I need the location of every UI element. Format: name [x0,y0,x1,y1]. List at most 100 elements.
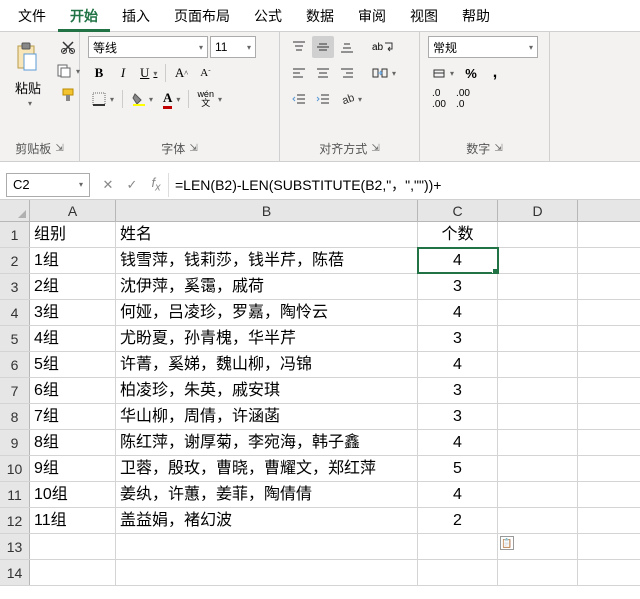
cell[interactable]: 2 [418,508,498,533]
cell[interactable]: 1组 [30,248,116,273]
cell[interactable]: 3 [418,404,498,429]
align-middle-button[interactable] [312,36,334,58]
menu-8[interactable]: 帮助 [450,0,502,32]
cell[interactable] [498,326,578,351]
cell[interactable]: 3 [418,326,498,351]
cell[interactable] [498,222,578,247]
cell[interactable] [418,534,498,559]
col-header[interactable]: B [116,200,418,221]
bold-button[interactable]: B [88,62,110,84]
cell[interactable]: 2组 [30,274,116,299]
cell[interactable]: 盖益娟，褚幻波 [116,508,418,533]
fill-color-button[interactable]: ▾ [127,88,157,110]
cell[interactable]: 何娅，吕凌珍，罗嘉，陶怜云 [116,300,418,325]
cell[interactable]: 4 [418,430,498,455]
cell[interactable]: 3 [418,378,498,403]
cell[interactable] [498,482,578,507]
row-header[interactable]: 2 [0,248,30,273]
cell[interactable] [498,378,578,403]
cell[interactable]: 4组 [30,326,116,351]
cell[interactable]: 5组 [30,352,116,377]
cell[interactable]: 3 [418,274,498,299]
cell[interactable]: 8组 [30,430,116,455]
italic-button[interactable]: I [112,62,134,84]
decrease-font-button[interactable]: Aˇ [194,62,216,84]
cell[interactable]: 11组 [30,508,116,533]
fx-button[interactable]: fx [144,173,168,197]
row-header[interactable]: 3 [0,274,30,299]
cell[interactable] [498,456,578,481]
select-all-corner[interactable] [0,200,30,221]
border-button[interactable]: ▾ [88,88,118,110]
cell[interactable]: 许菁，奚娣，魏山柳，冯锦 [116,352,418,377]
merge-button[interactable]: ▾ [368,62,400,84]
cell[interactable]: 沈伊萍，奚霭，戚荷 [116,274,418,299]
formula-input[interactable]: =LEN(B2)-LEN(SUBSTITUTE(B2,"，",""))+ [168,173,640,197]
menu-0[interactable]: 文件 [6,0,58,32]
row-header[interactable]: 5 [0,326,30,351]
align-center-button[interactable] [312,62,334,84]
cell[interactable]: 4 [418,352,498,377]
align-top-button[interactable] [288,36,310,58]
accounting-button[interactable]: ▾ [428,62,458,84]
align-right-button[interactable] [336,62,358,84]
comma-button[interactable]: , [484,62,506,84]
dialog-launcher-icon[interactable]: ⇲ [371,143,379,154]
row-header[interactable]: 7 [0,378,30,403]
cell[interactable] [498,404,578,429]
phonetic-button[interactable]: wén文▾ [193,88,226,110]
cell[interactable] [498,300,578,325]
name-box[interactable]: C2▾ [6,173,90,197]
confirm-button[interactable]: ✓ [120,173,144,197]
font-size-select[interactable]: 11▾ [210,36,256,58]
align-left-button[interactable] [288,62,310,84]
row-header[interactable]: 6 [0,352,30,377]
cell[interactable]: 10组 [30,482,116,507]
menu-2[interactable]: 插入 [110,0,162,32]
dialog-launcher-icon[interactable]: ⇲ [494,143,502,154]
align-bottom-button[interactable] [336,36,358,58]
cell[interactable] [498,430,578,455]
menu-4[interactable]: 公式 [242,0,294,32]
cell[interactable]: 4 [418,248,498,273]
orientation-button[interactable]: ab▾ [336,88,366,110]
cell[interactable]: 7组 [30,404,116,429]
col-header[interactable]: C [418,200,498,221]
row-header[interactable]: 9 [0,430,30,455]
cell[interactable]: 姜纨，许蕙，姜菲，陶倩倩 [116,482,418,507]
font-color-button[interactable]: A▾ [159,88,184,110]
menu-7[interactable]: 视图 [398,0,450,32]
paste-button[interactable]: 粘贴 ▾ [8,36,48,112]
cell[interactable] [116,534,418,559]
cell[interactable]: 钱雪萍，钱莉莎，钱半芹，陈蓓 [116,248,418,273]
cell[interactable]: 6组 [30,378,116,403]
cell[interactable] [418,560,498,585]
menu-3[interactable]: 页面布局 [162,0,242,32]
percent-button[interactable]: % [460,62,482,84]
row-header[interactable]: 14 [0,560,30,585]
cell[interactable] [498,352,578,377]
increase-indent-button[interactable] [312,88,334,110]
cell[interactable] [498,274,578,299]
cell[interactable] [498,508,578,533]
col-header[interactable]: A [30,200,116,221]
row-header[interactable]: 4 [0,300,30,325]
cell[interactable]: 华山柳，周倩，许涵菡 [116,404,418,429]
row-header[interactable]: 1 [0,222,30,247]
dialog-launcher-icon[interactable]: ⇲ [55,143,63,154]
cell[interactable]: 9组 [30,456,116,481]
cell[interactable]: 组别 [30,222,116,247]
cell[interactable] [30,534,116,559]
cell[interactable] [30,560,116,585]
increase-font-button[interactable]: A^ [170,62,192,84]
dialog-launcher-icon[interactable]: ⇲ [189,143,197,154]
row-header[interactable]: 8 [0,404,30,429]
cell[interactable] [498,248,578,273]
cell[interactable]: 4 [418,482,498,507]
cell[interactable] [498,560,578,585]
cancel-button[interactable]: ✕ [96,173,120,197]
cell[interactable]: 柏凌珍，朱英，戚安琪 [116,378,418,403]
cell[interactable]: 姓名 [116,222,418,247]
menu-6[interactable]: 审阅 [346,0,398,32]
underline-button[interactable]: U▾ [136,62,161,84]
